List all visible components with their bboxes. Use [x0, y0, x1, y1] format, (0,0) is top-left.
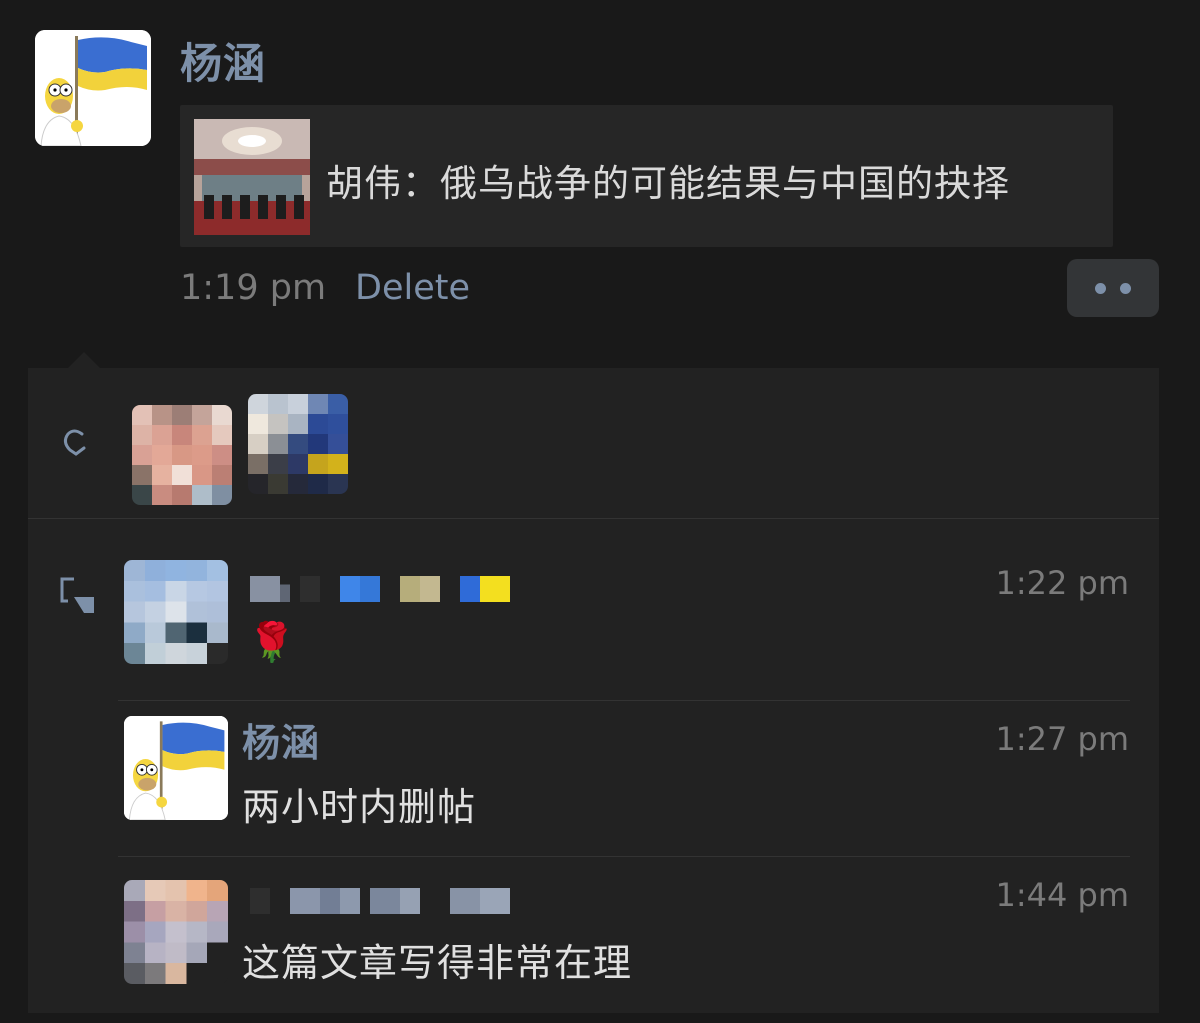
author-avatar[interactable] [35, 30, 151, 146]
commenter-avatar[interactable] [124, 716, 228, 820]
commenter-avatar[interactable] [124, 880, 228, 984]
post-author-name[interactable]: 杨涵 [180, 30, 266, 91]
commenter-name-pixelated[interactable] [250, 888, 510, 914]
article-title: 胡伟：俄乌战争的可能结果与中国的抉择 [326, 162, 1010, 205]
more-dot-icon [1095, 283, 1106, 294]
commenter-avatar[interactable] [124, 560, 228, 664]
homer-ukraine-flag-image [35, 30, 151, 146]
comment-timestamp: 1:44 pm [995, 876, 1129, 914]
article-thumbnail [194, 119, 310, 235]
post-timestamp: 1:19 pm [180, 268, 327, 308]
comment-text: 这篇文章写得非常在理 [242, 941, 633, 985]
homer-ukraine-flag-image [124, 716, 228, 820]
divider [28, 518, 1159, 519]
comment-icon [60, 577, 94, 613]
panel-pointer [68, 352, 100, 368]
heart-icon [63, 429, 86, 456]
commenter-name-pixelated[interactable] [250, 576, 520, 602]
shared-article-card[interactable]: 胡伟：俄乌战争的可能结果与中国的抉择 [180, 105, 1113, 247]
liker-avatar[interactable] [248, 394, 348, 494]
commenter-name[interactable]: 杨涵 [242, 712, 320, 767]
divider [118, 856, 1130, 857]
liker-avatar[interactable] [132, 405, 232, 505]
comment-text: 🌹 [248, 620, 297, 664]
more-dot-icon [1120, 283, 1131, 294]
delete-button[interactable]: Delete [355, 268, 470, 308]
divider [118, 700, 1130, 701]
comment-timestamp: 1:27 pm [995, 720, 1129, 758]
comment-text: 两小时内删帖 [242, 785, 477, 829]
more-options-button[interactable] [1067, 259, 1159, 317]
interactions-panel: 🌹 1:22 pm 杨涵 两小时内删帖 1:27 pm 这篇文章写得非常在理 1… [28, 352, 1159, 1013]
comment-timestamp: 1:22 pm [995, 564, 1129, 602]
